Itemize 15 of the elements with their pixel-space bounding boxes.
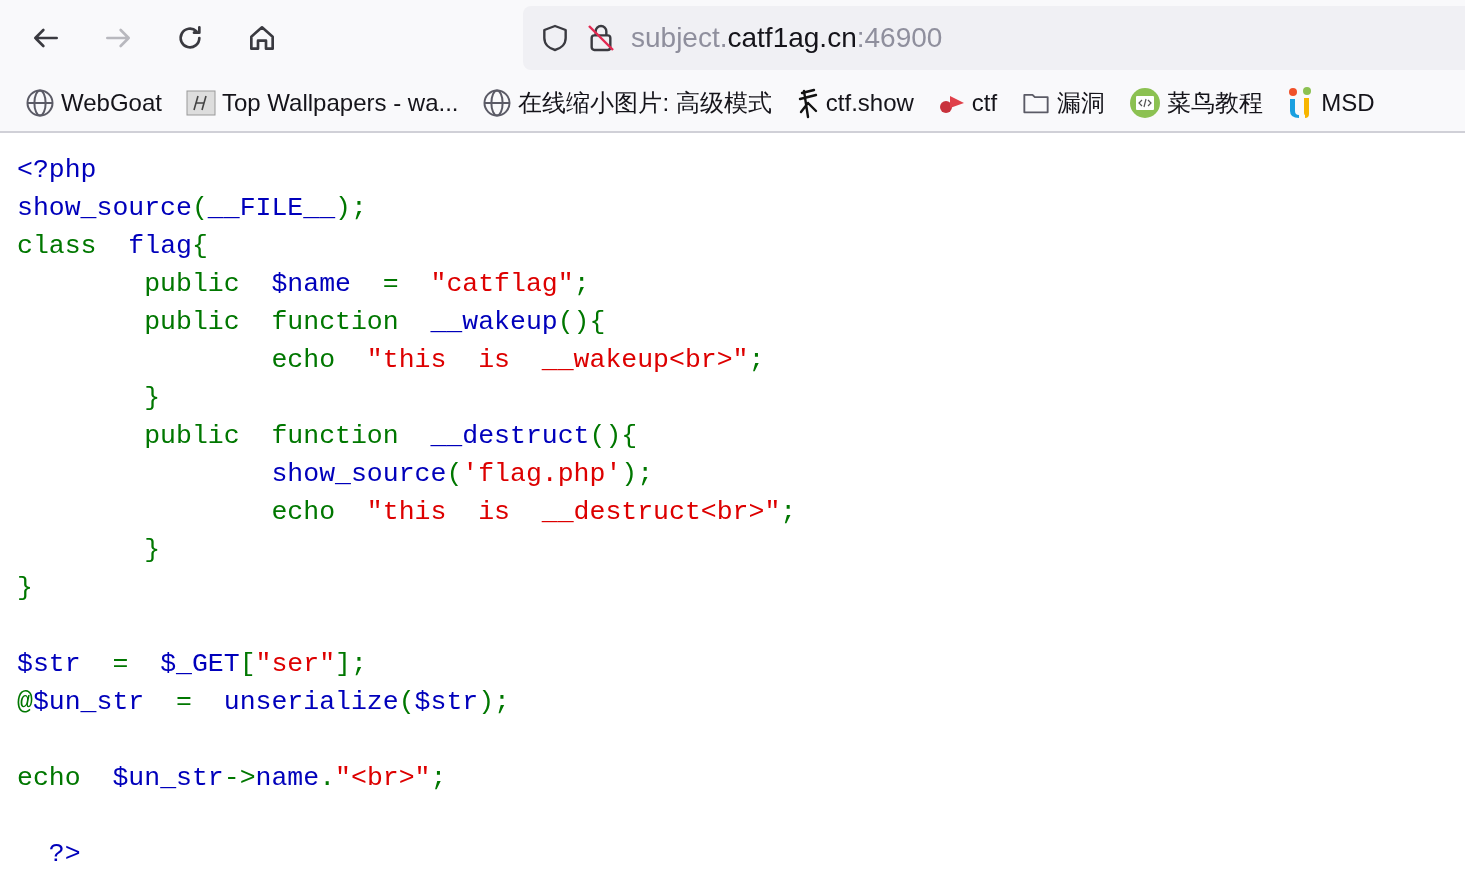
bookmark-item[interactable]: 菜鸟教程 <box>1129 85 1264 121</box>
bookmark-item[interactable]: ctf <box>937 85 998 121</box>
address-bar[interactable]: subject.catf1ag.cn:46900 <box>523 5 1465 70</box>
globe-icon <box>25 88 55 118</box>
code-icon <box>1129 87 1162 119</box>
php-source-code: <?php show_source(__FILE__); class flag{ public $name = "catflag"; public function __wakeup(){ echo "this is __wakeup<br>"; } public function __destruct(){ show_source('flag.php'); echo "this is __destruct<br>"; } } $str = $_GET["ser"]; @$un_str = unserialize($str); echo $un_str->name."<br>"; ?> <box>16 154 798 871</box>
letter-tile-icon <box>185 90 216 116</box>
bookmark-item[interactable]: ctf.show <box>795 85 914 121</box>
bookmark-item[interactable]: 漏洞 <box>1021 85 1106 121</box>
globe-icon <box>482 88 513 118</box>
bookmark-item[interactable]: Top Wallpapers - wa... <box>185 85 459 121</box>
url-text: subject.catf1ag.cn:46900 <box>631 20 943 55</box>
bookmark-item[interactable]: MSD <box>1287 85 1375 121</box>
bookmark-item[interactable]: WebGoat <box>25 85 162 121</box>
bookmark-item[interactable]: 在线缩小图片: 高级模式 <box>482 85 772 121</box>
